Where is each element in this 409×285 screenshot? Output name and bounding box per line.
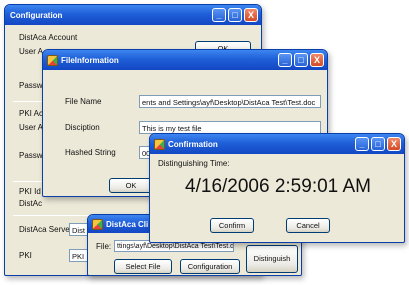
distaca-client-title: DistAca Cli [106, 219, 149, 229]
distaca-label: DistAc [19, 199, 43, 208]
minimize-button[interactable]: _ [212, 8, 226, 22]
distaca-account-label: DistAca Account [19, 33, 78, 42]
password-label: Passw [19, 81, 43, 90]
configuration-title: Configuration [10, 10, 63, 20]
maximize-button[interactable]: □ [294, 53, 308, 67]
pki-account-label: PKI Ac [19, 109, 44, 118]
description-label: Disciption [65, 123, 100, 132]
confirmation-window: Confirmation _ □ X Distinguishing Time: … [149, 133, 405, 243]
application-icon [92, 218, 103, 230]
close-button[interactable]: X [387, 137, 401, 151]
server-label: DistAca Server: [19, 225, 75, 234]
confirmation-title: Confirmation [168, 139, 218, 149]
user-label: User A [19, 47, 44, 56]
file-name-label: File Name [65, 97, 102, 106]
confirm-button[interactable]: Confirm [210, 218, 254, 233]
close-button[interactable]: X [244, 8, 258, 22]
application-icon [154, 138, 165, 150]
pki-id-label: PKI Id [19, 187, 41, 196]
file-label: File: [96, 242, 112, 251]
minimize-button[interactable]: _ [278, 53, 292, 67]
file-information-titlebar[interactable]: FileInformation _ □ X [43, 50, 327, 70]
distinguishing-time-label: Distinguishing Time: [158, 159, 230, 168]
cancel-button[interactable]: Cancel [286, 218, 330, 233]
file-name-field[interactable]: ents and Settings\ayf\Desktop\DistAca Te… [139, 95, 321, 108]
file-information-title: FileInformation [61, 55, 119, 65]
distinguish-button[interactable]: Distinguish [246, 245, 298, 273]
confirmation-titlebar[interactable]: Confirmation _ □ X [150, 134, 404, 154]
maximize-button[interactable]: □ [228, 8, 242, 22]
close-button[interactable]: X [310, 53, 324, 67]
user-label: User A [19, 123, 44, 132]
pki-label: PKI [19, 251, 32, 260]
ok-button[interactable]: OK [109, 178, 153, 193]
hashed-string-label: Hashed String [65, 148, 116, 157]
application-icon [47, 54, 58, 66]
configuration-titlebar[interactable]: Configuration _ □ X [5, 5, 261, 25]
minimize-button[interactable]: _ [355, 137, 369, 151]
configuration-button[interactable]: Configuration [180, 259, 240, 274]
maximize-button[interactable]: □ [371, 137, 385, 151]
select-file-button[interactable]: Select File [114, 259, 172, 274]
password-label: Passw [19, 151, 43, 160]
distinguishing-time-value: 4/16/2006 2:59:01 AM [185, 176, 371, 197]
